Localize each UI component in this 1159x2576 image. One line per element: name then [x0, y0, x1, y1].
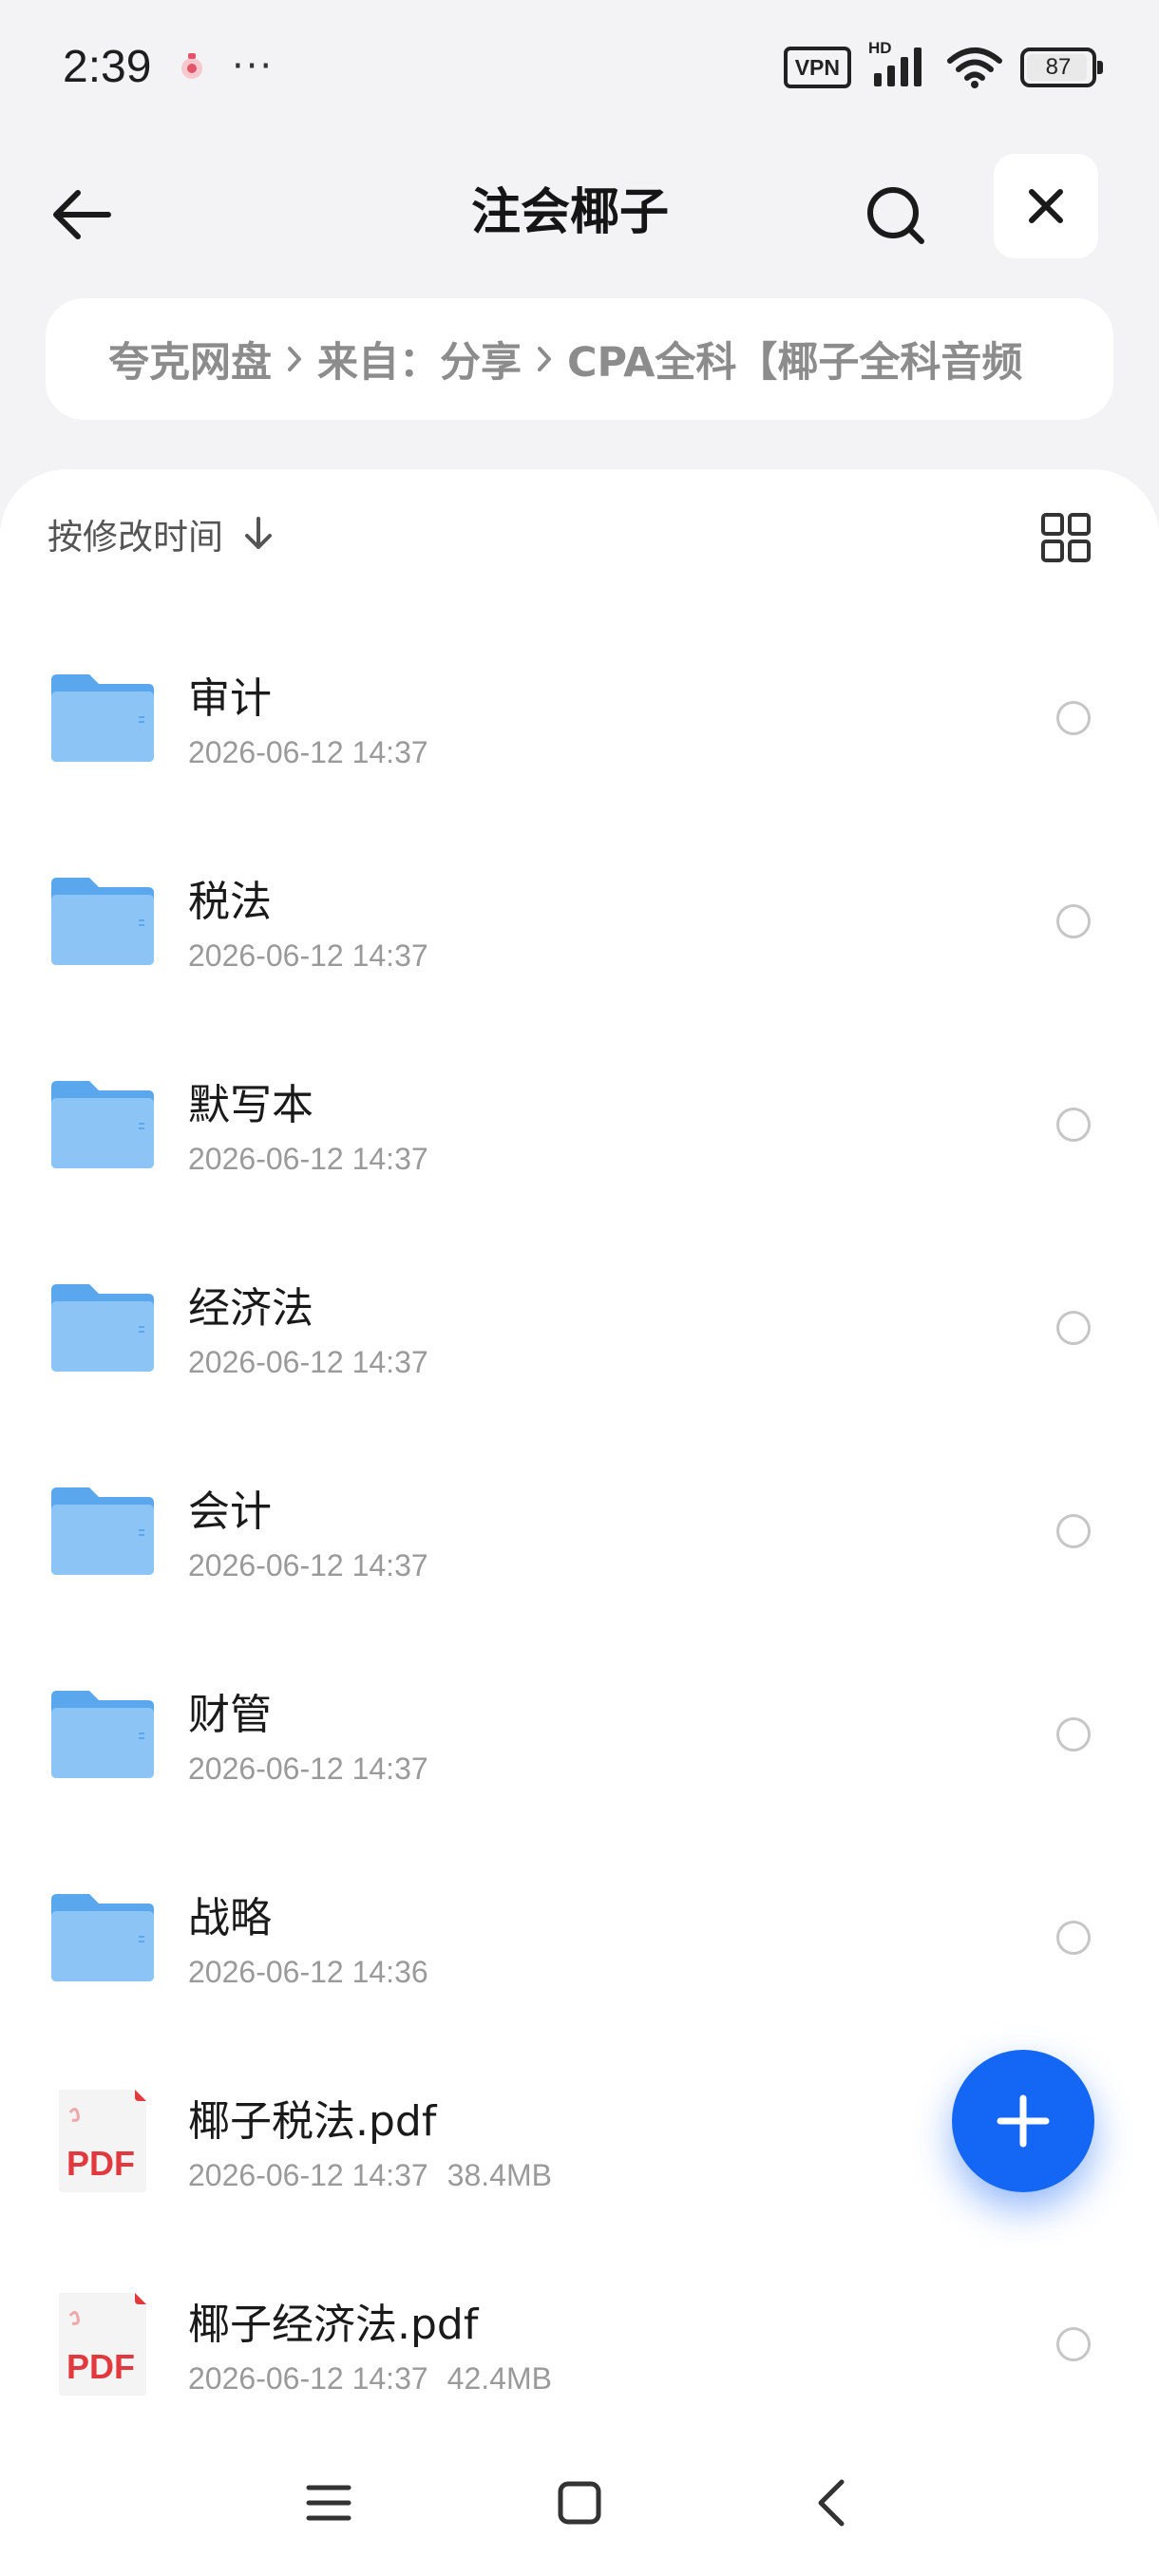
breadcrumb-item-root[interactable]: 夸克网盘 [108, 330, 272, 388]
file-name: 税法 [188, 878, 272, 926]
folder-icon [51, 1691, 154, 1778]
file-modified-date: 2026-06-12 14:37 [188, 1752, 428, 1786]
file-size: 38.4MB [446, 2158, 552, 2192]
file-meta: 2026-06-12 14:37 [188, 1341, 428, 1383]
app-notification-icon [181, 53, 202, 79]
file-modified-date: 2026-06-12 14:37 [188, 1548, 428, 1582]
select-checkbox[interactable] [1056, 701, 1091, 735]
select-checkbox[interactable] [1056, 1311, 1091, 1345]
arrow-left-icon [53, 190, 111, 239]
search-icon [867, 187, 924, 244]
select-checkbox[interactable] [1056, 1921, 1091, 1955]
folder-item[interactable]: 财管 2026-06-12 14:37 [0, 1632, 1159, 1835]
select-checkbox[interactable] [1056, 1514, 1091, 1548]
file-name: 战略 [188, 1894, 272, 1942]
sort-button[interactable]: 按修改时间 [48, 505, 275, 562]
file-meta: 2026-06-12 14:37 42.4MB [188, 2358, 552, 2399]
file-name: 默写本 [188, 1081, 314, 1129]
select-checkbox[interactable] [1056, 1717, 1091, 1752]
system-back-button[interactable] [792, 2470, 868, 2536]
folder-icon [51, 674, 154, 762]
select-checkbox[interactable] [1056, 904, 1091, 938]
file-meta: 2026-06-12 14:37 [188, 935, 428, 976]
home-button[interactable] [542, 2470, 618, 2536]
chevron-right-icon [277, 346, 312, 372]
file-size: 42.4MB [446, 2361, 552, 2396]
grid-view-icon [1041, 513, 1091, 562]
signal-icon: HD [868, 39, 929, 90]
file-name: 经济法 [188, 1284, 314, 1333]
status-indicators: VPN HD 87 [783, 39, 1103, 91]
file-modified-date: 2026-06-12 14:37 [188, 2158, 428, 2192]
more-notifications-icon: ··· [232, 45, 275, 88]
pdf-badge: PDF [66, 2144, 135, 2183]
file-meta: 2026-06-12 14:37 [188, 731, 428, 773]
status-bar: 2:39 ··· VPN HD 87 [0, 0, 1159, 133]
pdf-badge: PDF [66, 2347, 135, 2386]
file-modified-date: 2026-06-12 14:37 [188, 735, 428, 769]
breadcrumb-item-current[interactable]: CPA全科【椰子全科音频 [567, 330, 1022, 388]
sort-label: 按修改时间 [48, 517, 223, 558]
page-title: 注会椰子 [470, 184, 669, 241]
file-name: 椰子经济法.pdf [188, 2301, 479, 2349]
home-square-icon [558, 2481, 601, 2525]
close-button[interactable] [994, 154, 1098, 258]
folder-icon [51, 1894, 154, 1981]
wifi-icon [947, 47, 1002, 88]
file-modified-date: 2026-06-12 14:37 [188, 1345, 428, 1379]
file-meta: 2026-06-12 14:37 [188, 1544, 428, 1586]
file-list-panel: 按修改时间 审计 2026-06-12 14:37 税法 2026-06-12 14:… [0, 469, 1159, 2576]
file-name: 财管 [188, 1691, 272, 1739]
file-name: 椰子税法.pdf [188, 2097, 437, 2146]
plus-icon [997, 2094, 1050, 2148]
folder-item[interactable]: 战略 2026-06-12 14:36 [0, 1835, 1159, 2038]
folder-icon [51, 1284, 154, 1372]
back-button[interactable] [42, 175, 122, 255]
battery-cap [1097, 61, 1103, 74]
folder-item[interactable]: 审计 2026-06-12 14:37 [0, 616, 1159, 819]
file-modified-date: 2026-06-12 14:37 [188, 1142, 428, 1176]
close-icon [1029, 189, 1063, 223]
folder-item[interactable]: 会计 2026-06-12 14:37 [0, 1429, 1159, 1632]
folder-item[interactable]: 税法 2026-06-12 14:37 [0, 819, 1159, 1022]
folder-icon [51, 1081, 154, 1168]
breadcrumb: 夸克网盘 来自：分享 CPA全科【椰子全科音频 [46, 298, 1113, 420]
vpn-badge: VPN [783, 47, 851, 88]
breadcrumb-item-share[interactable]: 来自：分享 [317, 330, 522, 388]
file-meta: 2026-06-12 14:37 38.4MB [188, 2154, 552, 2196]
file-modified-date: 2026-06-12 14:37 [188, 2361, 428, 2396]
folder-item[interactable]: 默写本 2026-06-12 14:37 [0, 1022, 1159, 1225]
file-item[interactable]: PDF 椰子经济法.pdf 2026-06-12 14:37 42.4MB [0, 2242, 1159, 2445]
menu-icon [306, 2485, 352, 2521]
breadcrumb-path: 夸克网盘 来自：分享 CPA全科【椰子全科音频 [108, 298, 1100, 420]
chevron-right-icon [527, 346, 561, 372]
file-meta: 2026-06-12 14:37 [188, 1748, 428, 1790]
file-meta: 2026-06-12 14:37 [188, 1138, 428, 1180]
folder-icon [51, 1487, 154, 1575]
file-modified-date: 2026-06-12 14:37 [188, 938, 428, 973]
add-button[interactable] [952, 2050, 1094, 2192]
menu-button[interactable] [291, 2470, 367, 2536]
file-name: 审计 [188, 674, 272, 723]
status-time: 2:39 [63, 42, 152, 92]
file-modified-date: 2026-06-12 14:36 [188, 1955, 428, 1989]
folder-icon [51, 878, 154, 965]
file-name: 会计 [188, 1487, 272, 1536]
search-button[interactable] [853, 173, 939, 258]
chevron-left-icon [818, 2479, 845, 2527]
top-nav: 注会椰子 [0, 142, 1159, 275]
battery-icon: 87 [1020, 47, 1103, 87]
select-checkbox[interactable] [1056, 2327, 1091, 2361]
file-meta: 2026-06-12 14:36 [188, 1951, 428, 1993]
select-checkbox[interactable] [1056, 1108, 1091, 1142]
folder-item[interactable]: 经济法 2026-06-12 14:37 [0, 1225, 1159, 1429]
system-nav-bar [0, 2451, 1159, 2557]
grid-view-button[interactable] [1039, 511, 1092, 564]
arrow-down-icon [242, 516, 275, 552]
battery-level: 87 [1045, 54, 1072, 80]
